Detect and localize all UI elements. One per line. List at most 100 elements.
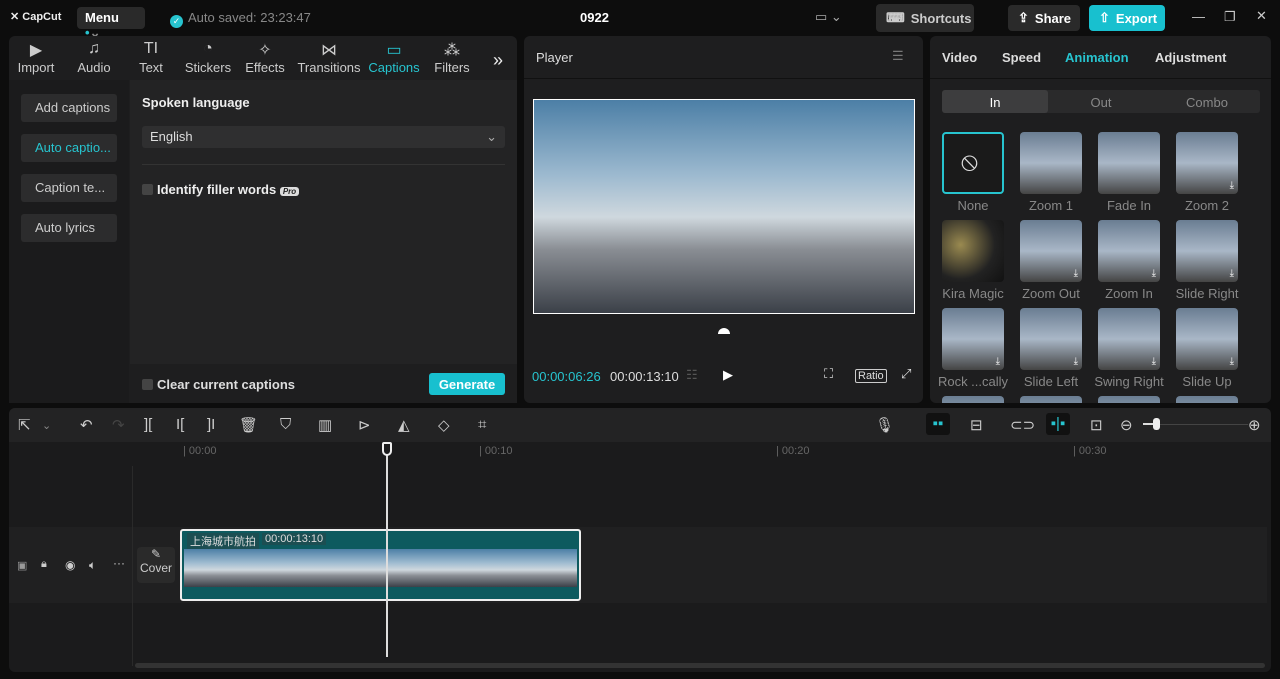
- animation-item[interactable]: ⤓: [1176, 220, 1238, 282]
- play-button[interactable]: ▶: [723, 367, 733, 383]
- animation-item[interactable]: ⤓: [1020, 308, 1082, 370]
- ruler-label: | 00:00: [183, 445, 217, 457]
- trim-right-icon[interactable]: ]I: [207, 416, 215, 433]
- animation-item[interactable]: ⤓: [942, 308, 1004, 370]
- animation-item[interactable]: ⤓: [1176, 132, 1238, 194]
- undo-icon[interactable]: ↶: [80, 416, 93, 434]
- animation-item[interactable]: [1020, 396, 1082, 403]
- animation-item[interactable]: ⦸: [942, 132, 1004, 194]
- cover-button[interactable]: ✎ Cover: [137, 547, 175, 583]
- zoom-to-fit-icon[interactable]: ⊡: [1090, 416, 1103, 434]
- add-captions-button[interactable]: Add captions: [21, 94, 117, 122]
- captions-sidebar: Add captions Auto captio... Caption te..…: [9, 80, 129, 403]
- rotate-icon[interactable]: ◇: [438, 416, 450, 434]
- timeline-view-icon[interactable]: ☷: [686, 367, 698, 383]
- tab-text[interactable]: TI Text: [131, 40, 171, 75]
- marker-icon[interactable]: ⛉: [280, 416, 291, 433]
- freeze-icon[interactable]: ▥: [318, 416, 332, 434]
- auto-snap-icon[interactable]: ⊟: [970, 416, 983, 434]
- language-select[interactable]: English ⌄: [142, 126, 505, 148]
- zoom-slider[interactable]: [1143, 418, 1248, 430]
- preview-axis-icon[interactable]: ▪|▪: [1046, 413, 1070, 435]
- tab-out[interactable]: Out: [1048, 90, 1154, 110]
- preview-handle[interactable]: [718, 328, 730, 334]
- horizontal-scrollbar[interactable]: [135, 663, 1265, 668]
- fit-view-icon[interactable]: ⛶: [824, 366, 833, 382]
- audio-icon[interactable]: 🔈︎: [89, 558, 96, 573]
- animation-item[interactable]: [1020, 132, 1082, 194]
- animation-label: Swing Right: [1094, 374, 1164, 389]
- filler-words-option[interactable]: Identify filler words Pro: [142, 182, 300, 197]
- properties-panel: Video Speed Animation Adjustment In Out …: [930, 36, 1271, 403]
- share-button[interactable]: ⇪ Share: [1008, 5, 1080, 31]
- mirror-icon[interactable]: ◭: [398, 416, 410, 434]
- select-tool-icon[interactable]: ⇱: [18, 416, 31, 434]
- trim-left-icon[interactable]: I[: [176, 416, 184, 433]
- zoom-out-icon[interactable]: ⊖: [1120, 416, 1133, 434]
- more-tabs-icon[interactable]: »: [493, 50, 503, 71]
- tab-audio[interactable]: ♫ Audio: [73, 40, 115, 75]
- animation-item[interactable]: ⤓: [1176, 308, 1238, 370]
- tab-captions[interactable]: ▭ Captions: [367, 40, 421, 75]
- zoom-slider-handle[interactable]: [1153, 418, 1160, 430]
- reverse-icon[interactable]: ⊳: [358, 416, 371, 434]
- shortcuts-button[interactable]: ⌨ Shortcuts: [876, 4, 974, 32]
- more-icon[interactable]: ···: [113, 556, 125, 570]
- auto-captions-button[interactable]: Auto captio...: [21, 134, 117, 162]
- caption-templates-button[interactable]: Caption te...: [21, 174, 117, 202]
- clip-name: 上海城市航拍: [187, 533, 259, 549]
- maximize-button[interactable]: ❐: [1224, 9, 1236, 25]
- tab-speed[interactable]: Speed: [1002, 50, 1041, 65]
- select-dropdown-icon[interactable]: ⌄: [42, 419, 51, 432]
- tab-transitions[interactable]: ⋈ Transitions: [297, 40, 361, 75]
- video-clip[interactable]: 上海城市航拍 00:00:13:10: [180, 529, 581, 601]
- auto-lyrics-button[interactable]: Auto lyrics: [21, 214, 117, 242]
- animation-item[interactable]: [1176, 396, 1238, 403]
- tab-adjustment[interactable]: Adjustment: [1155, 50, 1227, 65]
- animation-item[interactable]: [942, 220, 1004, 282]
- playhead[interactable]: [386, 447, 388, 657]
- delete-icon[interactable]: 🗑: [239, 416, 258, 434]
- animation-item[interactable]: [1098, 396, 1160, 403]
- generate-button[interactable]: Generate: [429, 373, 505, 395]
- video-preview[interactable]: [533, 99, 915, 314]
- layout-icon[interactable]: ▭ ⌄: [815, 9, 842, 25]
- close-button[interactable]: ✕: [1256, 8, 1267, 24]
- tab-import[interactable]: ▶ Import: [15, 40, 57, 75]
- split-icon[interactable]: ][: [144, 416, 152, 433]
- animation-item[interactable]: [942, 396, 1004, 403]
- animation-item[interactable]: ⤓: [1020, 220, 1082, 282]
- tab-effects[interactable]: ✧ Effects: [243, 40, 287, 75]
- animation-item[interactable]: ⤓: [1098, 220, 1160, 282]
- microphone-icon[interactable]: 🎙: [875, 416, 894, 434]
- link-icon[interactable]: ⊂⊃: [1010, 416, 1035, 434]
- animation-label: None: [957, 198, 989, 213]
- tab-video[interactable]: Video: [942, 50, 977, 65]
- tab-filters[interactable]: ⁂ Filters: [431, 40, 473, 75]
- tab-animation[interactable]: Animation: [1065, 50, 1129, 65]
- menu-button[interactable]: Menu •⌄: [77, 7, 145, 40]
- tab-in[interactable]: In: [942, 90, 1048, 113]
- clear-captions-option[interactable]: Clear current captions: [142, 377, 295, 392]
- minimize-button[interactable]: —: [1192, 9, 1205, 24]
- filler-words-checkbox[interactable]: [142, 184, 153, 195]
- current-time: 00:00:06:26: [532, 369, 601, 384]
- main-track-magnet-icon[interactable]: ▪▪: [926, 413, 950, 435]
- export-button[interactable]: ⇧ Export: [1089, 5, 1165, 31]
- ratio-button[interactable]: Ratio: [855, 369, 887, 383]
- playhead-handle[interactable]: [382, 442, 392, 456]
- tab-combo[interactable]: Combo: [1154, 90, 1260, 110]
- redo-icon[interactable]: ↷: [112, 416, 125, 434]
- crop-icon[interactable]: ⌗: [478, 416, 486, 433]
- animation-item[interactable]: [1098, 132, 1160, 194]
- lock-icon[interactable]: 🔒︎: [41, 558, 47, 571]
- animation-item[interactable]: ⤓: [1098, 308, 1160, 370]
- fullscreen-icon[interactable]: ⤢: [901, 366, 911, 382]
- clear-captions-checkbox[interactable]: [142, 379, 153, 390]
- share-icon: ⇪: [1018, 10, 1029, 25]
- tab-stickers[interactable]: ◔ Stickers: [184, 40, 232, 75]
- eye-icon[interactable]: ◉: [65, 558, 75, 572]
- zoom-in-icon[interactable]: ⊕: [1248, 416, 1261, 434]
- clip-thumbnails: [184, 549, 577, 587]
- player-menu-icon[interactable]: ☰: [892, 48, 904, 64]
